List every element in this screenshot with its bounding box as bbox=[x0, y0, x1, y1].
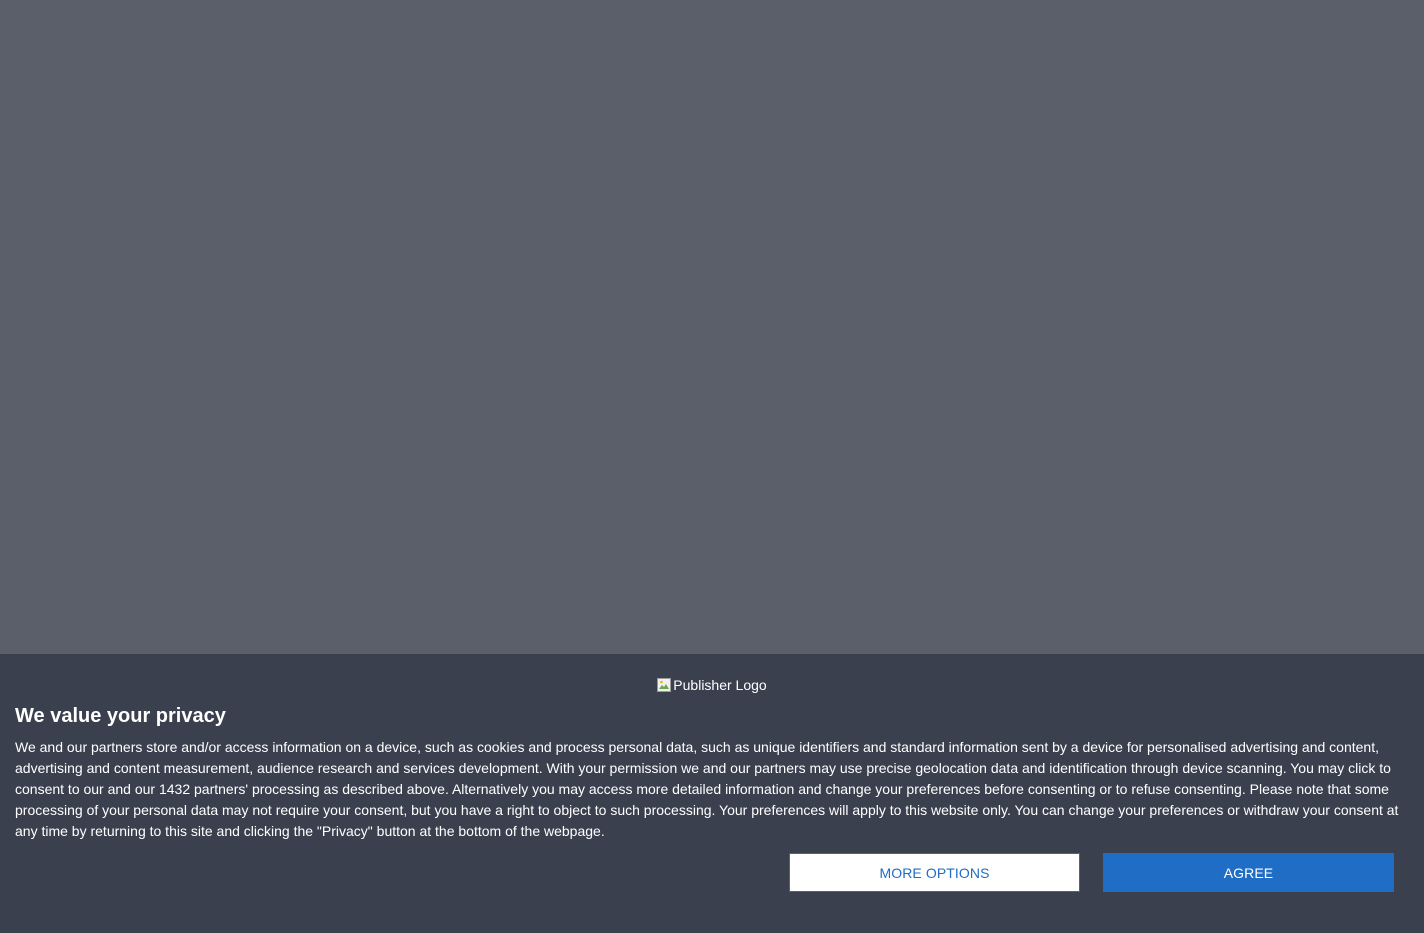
publisher-logo: Publisher Logo bbox=[0, 677, 1424, 695]
broken-image-icon bbox=[657, 678, 672, 692]
publisher-logo-alt-text: Publisher Logo bbox=[673, 677, 767, 693]
more-options-button[interactable]: MORE OPTIONS bbox=[789, 853, 1080, 892]
privacy-consent-dialog: Publisher Logo We value your privacy We … bbox=[0, 654, 1424, 933]
page-overlay bbox=[0, 0, 1424, 654]
dialog-description: We and our partners store and/or access … bbox=[15, 739, 1399, 839]
dialog-title: We value your privacy bbox=[15, 705, 226, 727]
agree-button[interactable]: AGREE bbox=[1103, 853, 1394, 892]
publisher-logo-image: Publisher Logo bbox=[657, 677, 767, 693]
